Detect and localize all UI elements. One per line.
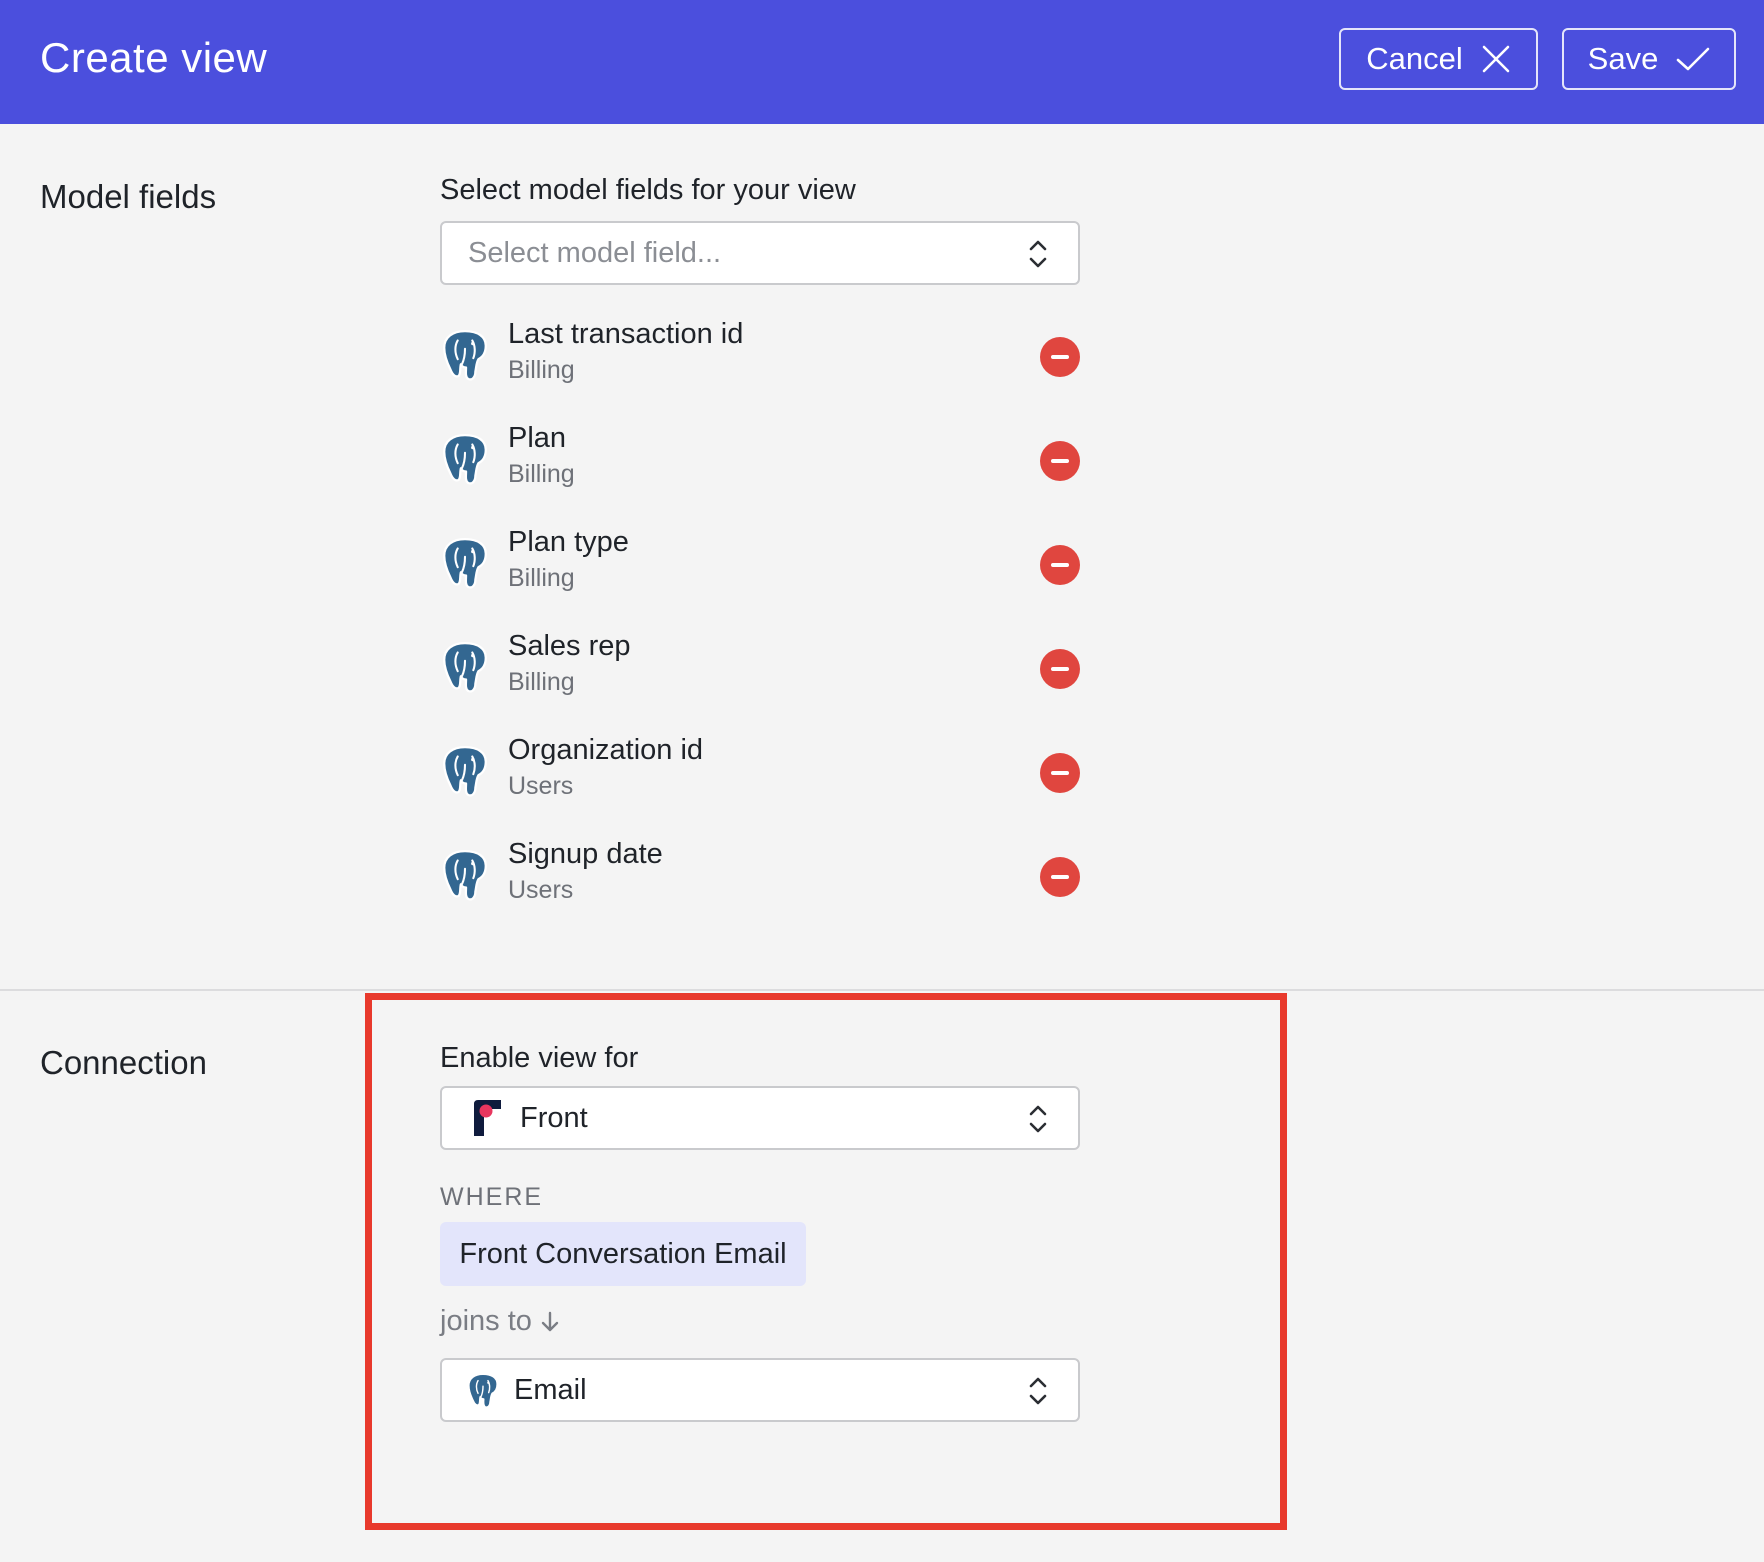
minus-icon bbox=[1051, 667, 1069, 671]
model-field-select-placeholder: Select model field... bbox=[468, 236, 722, 269]
model-field-name: Signup date bbox=[508, 838, 663, 870]
model-field-select[interactable]: Select model field... bbox=[440, 221, 1080, 285]
model-field-name: Plan bbox=[508, 422, 567, 454]
model-field-source: Billing bbox=[508, 356, 575, 384]
remove-field-button[interactable] bbox=[1040, 753, 1080, 793]
remove-field-button[interactable] bbox=[1040, 337, 1080, 377]
model-field-source: Billing bbox=[508, 460, 575, 488]
save-label: Save bbox=[1587, 41, 1659, 76]
chevron-up-down-icon bbox=[1028, 1103, 1048, 1135]
enable-view-select[interactable]: Front bbox=[440, 1086, 1080, 1150]
model-field-name: Sales rep bbox=[508, 630, 631, 662]
chevron-up-down-icon bbox=[1028, 238, 1048, 270]
minus-icon bbox=[1051, 355, 1069, 359]
page-title: Create view bbox=[40, 34, 268, 81]
minus-icon bbox=[1051, 875, 1069, 879]
remove-field-button[interactable] bbox=[1040, 441, 1080, 481]
model-field-row: Last transaction id Billing bbox=[440, 318, 1080, 398]
postgres-icon bbox=[440, 744, 490, 798]
model-fields-heading: Model fields bbox=[40, 178, 217, 215]
enable-view-label: Enable view for bbox=[440, 1042, 639, 1074]
postgres-icon bbox=[440, 328, 490, 382]
model-field-source: Billing bbox=[508, 668, 575, 696]
model-field-row: Sales rep Billing bbox=[440, 630, 1080, 710]
minus-icon bbox=[1051, 771, 1069, 775]
remove-field-button[interactable] bbox=[1040, 857, 1080, 897]
joins-to-text: joins to bbox=[440, 1305, 532, 1337]
model-field-row: Signup date Users bbox=[440, 838, 1080, 918]
save-button[interactable]: Save bbox=[1562, 28, 1736, 90]
check-icon bbox=[1677, 47, 1710, 71]
model-field-name: Last transaction id bbox=[508, 318, 744, 350]
cancel-label: Cancel bbox=[1366, 41, 1463, 76]
postgres-icon bbox=[440, 536, 490, 590]
model-field-source: Users bbox=[508, 772, 574, 800]
where-field-chip: Front Conversation Email bbox=[440, 1222, 806, 1286]
front-app-icon bbox=[474, 1100, 501, 1136]
postgres-icon bbox=[440, 432, 490, 486]
join-field-value: Email bbox=[514, 1373, 587, 1406]
close-icon bbox=[1482, 45, 1510, 73]
remove-field-button[interactable] bbox=[1040, 545, 1080, 585]
postgres-icon bbox=[466, 1372, 500, 1409]
remove-field-button[interactable] bbox=[1040, 649, 1080, 689]
model-field-row: Organization id Users bbox=[440, 734, 1080, 814]
connection-heading: Connection bbox=[40, 1044, 207, 1081]
chevron-up-down-icon bbox=[1028, 1375, 1048, 1407]
postgres-icon bbox=[440, 848, 490, 902]
model-fields-select-label: Select model fields for your view bbox=[440, 174, 856, 206]
model-field-name: Plan type bbox=[508, 526, 629, 558]
top-bar: Create view Cancel Save bbox=[0, 0, 1764, 124]
postgres-icon bbox=[440, 640, 490, 694]
arrow-down-icon bbox=[541, 1311, 559, 1331]
cancel-button[interactable]: Cancel bbox=[1339, 28, 1538, 90]
model-field-row: Plan Billing bbox=[440, 422, 1080, 502]
minus-icon bbox=[1051, 563, 1069, 567]
model-field-source: Users bbox=[508, 876, 574, 904]
model-field-source: Billing bbox=[508, 564, 575, 592]
enable-view-value: Front bbox=[520, 1101, 588, 1134]
join-field-select[interactable]: Email bbox=[440, 1358, 1080, 1422]
where-label: WHERE bbox=[440, 1183, 544, 1211]
joins-to-label: joins to bbox=[440, 1305, 560, 1338]
section-divider bbox=[0, 989, 1764, 991]
minus-icon bbox=[1051, 459, 1069, 463]
model-field-row: Plan type Billing bbox=[440, 526, 1080, 606]
model-field-name: Organization id bbox=[508, 734, 704, 766]
